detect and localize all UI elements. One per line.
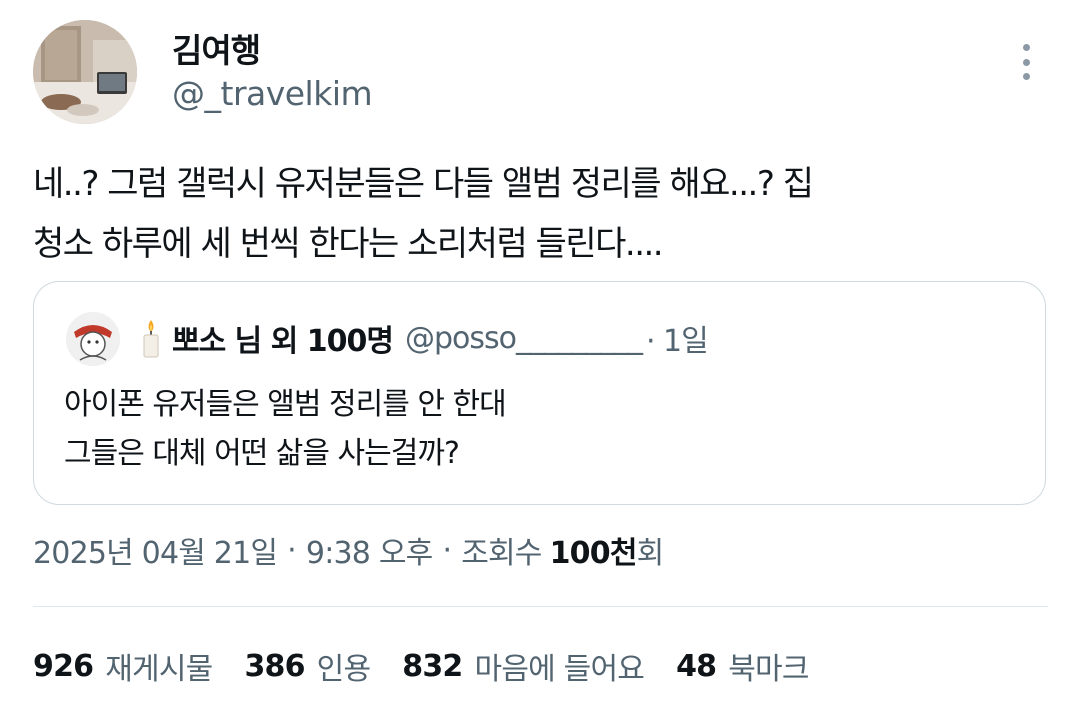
meta-separator: · bbox=[287, 532, 297, 568]
quoted-author-handle[interactable]: @posso_________ bbox=[405, 321, 643, 356]
quoted-author-avatar[interactable] bbox=[66, 312, 120, 366]
stat-count: 832 bbox=[402, 648, 463, 684]
quoted-tweet-text: 아이폰 유저들은 앨범 정리를 안 한대 그들은 대체 어떤 삶을 사는걸까? bbox=[64, 387, 507, 471]
meta-separator: · bbox=[442, 532, 452, 568]
author-name[interactable]: 김여행 bbox=[172, 24, 261, 72]
quoted-tweet-time[interactable]: · 1일 bbox=[646, 316, 709, 360]
stat-label: 인용 bbox=[316, 652, 371, 687]
stat-count: 386 bbox=[244, 648, 305, 684]
stat-count: 926 bbox=[33, 648, 94, 684]
stat-count: 48 bbox=[676, 648, 717, 684]
quoted-author-name[interactable]: 뽀소 님 외 100명 bbox=[172, 316, 394, 360]
candle-emoji-icon bbox=[138, 318, 164, 358]
stat-label: 북마크 bbox=[728, 652, 809, 687]
engagement-stats: 926 재게시물 386 인용 832 마음에 들어요 48 북마크 bbox=[33, 644, 841, 688]
views-count[interactable]: 100천 bbox=[550, 528, 638, 572]
stat-bookmarks[interactable]: 48 북마크 bbox=[676, 644, 809, 688]
views-suffix: 회 bbox=[636, 536, 665, 571]
stat-reposts[interactable]: 926 재게시물 bbox=[33, 644, 213, 688]
more-options-icon[interactable] bbox=[1008, 40, 1044, 84]
stat-likes[interactable]: 832 마음에 들어요 bbox=[402, 644, 645, 688]
tweet-date[interactable]: 2025년 04월 21일 bbox=[33, 528, 278, 572]
divider bbox=[33, 606, 1048, 607]
stat-quotes[interactable]: 386 인용 bbox=[244, 644, 371, 688]
quoted-tweet[interactable]: 뽀소 님 외 100명 @posso_________ · 1일 아이폰 유저들… bbox=[33, 281, 1046, 505]
avatar-photo bbox=[33, 20, 137, 124]
author-handle[interactable]: @_travelkim bbox=[172, 74, 373, 113]
stat-label: 마음에 들어요 bbox=[474, 652, 645, 687]
tweet-text: 네..? 그럼 갤럭시 유저분들은 다들 앨범 정리를 해요...? 집 청소 … bbox=[33, 164, 814, 264]
tweet-time[interactable]: 9:38 오후 bbox=[306, 528, 433, 572]
tweet-metadata: 2025년 04월 21일 · 9:38 오후 · 조회수 100천 회 bbox=[33, 528, 665, 572]
author-avatar[interactable] bbox=[33, 20, 137, 124]
views-label: 조회수 bbox=[461, 536, 542, 571]
stat-label: 재게시물 bbox=[105, 652, 213, 687]
